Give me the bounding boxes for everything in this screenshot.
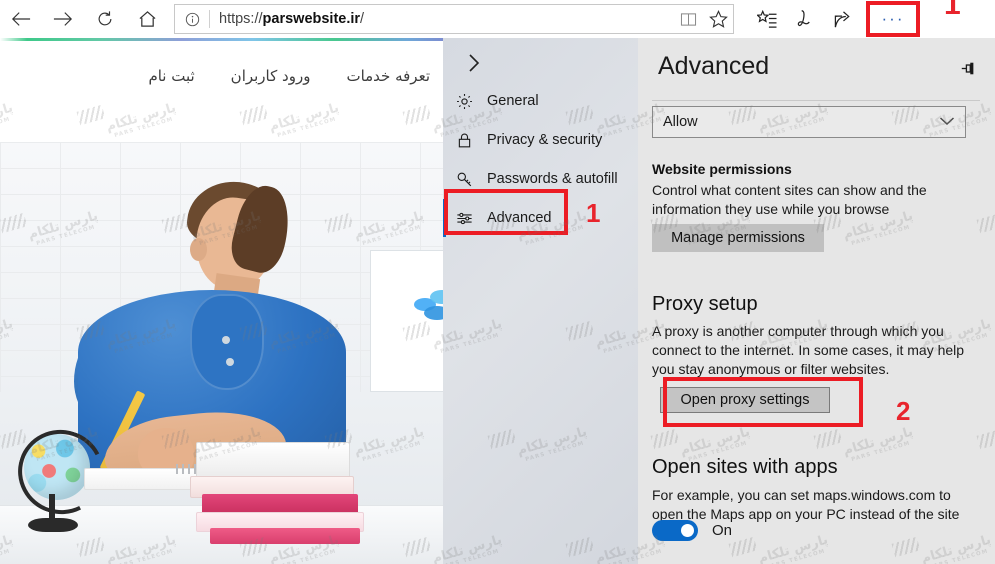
address-bar-url[interactable]: https://parswebsite.ir/ [210,11,673,27]
permission-select[interactable]: Allow [652,106,966,138]
sidebar-item-advanced-label: Advanced [487,210,552,226]
sidebar-item-privacy-security-label: Privacy & security [487,132,603,148]
annotation-step-1: 1 [586,198,601,228]
annotation-step-2: 2 [896,396,911,426]
website-permissions-heading: Website permissions [652,161,792,177]
web-note-pen-icon[interactable] [786,0,824,38]
proxy-setup-body: A proxy is another computer through whic… [652,323,965,377]
advanced-settings-pane: Advanced Allow Website permissions Contr… [638,38,995,564]
open-sites-toggle-label: On [712,522,733,539]
site-info-icon[interactable] [175,12,209,27]
key-icon [455,170,487,189]
sidebar-item-general-label: General [487,93,539,109]
url-scheme: https:// [219,11,263,27]
site-nav-item-2[interactable]: ثبت نام [148,67,194,85]
more-settings-button[interactable]: ··· [871,6,915,32]
open-sites-with-apps-heading: Open sites with apps [652,456,838,478]
sidebar-item-passwords-autofill[interactable]: Passwords & autofill [443,160,638,198]
share-icon[interactable] [824,0,862,38]
site-nav-item-0[interactable]: تعرفه خدمات [346,67,430,85]
favorites-star-icon[interactable] [703,10,733,28]
gear-icon [455,92,487,111]
selection-indicator [443,199,446,237]
settings-flyout: General Privacy & security Passwords & a… [443,38,995,564]
back-chevron-icon[interactable] [451,42,497,84]
browser-toolbar: https://parswebsite.ir/ ··· [0,0,995,38]
site-navigation: تعرفه خدمات ورود کاربران ثبت نام [0,41,452,138]
header-divider [652,100,980,101]
chevron-down-icon [939,114,955,130]
hub-icon[interactable] [748,0,786,38]
permission-select-value: Allow [663,114,698,130]
open-sites-toggle-row[interactable]: On [652,520,732,541]
sidebar-item-advanced[interactable]: Advanced [443,199,638,237]
refresh-button[interactable] [84,0,126,38]
more-button-highlight: ··· [866,1,920,37]
open-sites-with-apps-body: For example, you can set maps.windows.co… [652,487,960,522]
sidebar-item-general[interactable]: General [443,82,638,120]
sidebar-item-passwords-autofill-label: Passwords & autofill [487,171,618,187]
lock-icon [455,131,487,150]
web-page-content: تعرفه خدمات ورود کاربران ثبت نام [0,38,452,564]
site-hero-banner: باش ع تومان [0,142,452,564]
manage-permissions-button[interactable]: Manage permissions [652,224,824,252]
page-title: Advanced [658,52,770,80]
open-proxy-settings-button[interactable]: Open proxy settings [660,387,830,413]
sliders-icon [455,209,487,228]
back-button[interactable] [0,0,42,38]
proxy-setup-heading: Proxy setup [652,293,758,315]
open-sites-toggle[interactable] [652,520,698,541]
site-nav-item-1[interactable]: ورود کاربران [231,67,311,85]
url-domain: parswebsite.ir [262,11,361,27]
address-bar[interactable]: https://parswebsite.ir/ [174,4,734,34]
pin-icon[interactable] [960,60,979,82]
sidebar-item-privacy-security[interactable]: Privacy & security [443,121,638,159]
url-path: / [360,11,365,27]
website-permissions-body: Control what content sites can show and … [652,182,927,217]
settings-menu-pane: General Privacy & security Passwords & a… [443,38,638,564]
home-button[interactable] [126,0,168,38]
forward-button[interactable] [42,0,84,38]
screenshot-root: تعرفه خدمات ورود کاربران ثبت نام General… [0,0,995,564]
reading-view-icon[interactable] [673,12,703,27]
toolbar-icon-group: ··· [748,0,926,38]
annotation-top-step: 1 [944,0,961,21]
